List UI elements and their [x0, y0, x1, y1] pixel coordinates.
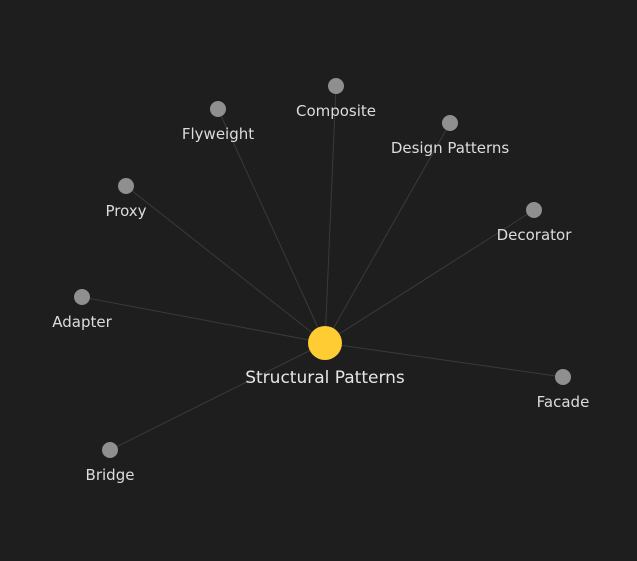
node-adapter-dot[interactable] — [74, 289, 90, 305]
node-facade-dot[interactable] — [555, 369, 571, 385]
node-bridge-dot[interactable] — [102, 442, 118, 458]
node-facade[interactable]: Facade — [537, 369, 590, 411]
graph-canvas[interactable]: Composite Flyweight Design Patterns Prox… — [0, 0, 637, 561]
node-adapter-label[interactable]: Adapter — [52, 313, 112, 331]
node-design-patterns-label[interactable]: Design Patterns — [391, 139, 510, 157]
node-decorator-dot[interactable] — [526, 202, 542, 218]
node-design-patterns-dot[interactable] — [442, 115, 458, 131]
node-facade-label[interactable]: Facade — [537, 393, 590, 411]
node-structural-patterns-dot[interactable] — [308, 326, 342, 360]
node-flyweight-dot[interactable] — [210, 101, 226, 117]
node-structural-patterns[interactable]: Structural Patterns — [245, 326, 405, 388]
node-bridge-label[interactable]: Bridge — [86, 466, 135, 484]
node-decorator-label[interactable]: Decorator — [497, 226, 573, 244]
edge-bridge — [109, 342, 326, 451]
node-composite-dot[interactable] — [328, 78, 344, 94]
edge-proxy — [125, 185, 326, 344]
edge-adapter — [81, 296, 326, 344]
node-proxy-dot[interactable] — [118, 178, 134, 194]
graph-view[interactable]: Composite Flyweight Design Patterns Prox… — [0, 0, 637, 561]
node-design-patterns[interactable]: Design Patterns — [391, 115, 510, 157]
node-decorator[interactable]: Decorator — [497, 202, 573, 244]
node-flyweight-label[interactable]: Flyweight — [182, 125, 254, 143]
node-composite[interactable]: Composite — [296, 78, 376, 120]
node-adapter[interactable]: Adapter — [52, 289, 113, 331]
node-flyweight[interactable]: Flyweight — [182, 101, 254, 143]
node-composite-label[interactable]: Composite — [296, 102, 376, 120]
node-bridge[interactable]: Bridge — [86, 442, 135, 484]
node-proxy[interactable]: Proxy — [105, 178, 147, 220]
node-proxy-label[interactable]: Proxy — [105, 202, 146, 220]
edge-flyweight — [217, 108, 326, 344]
edge-composite — [324, 85, 337, 344]
node-structural-patterns-label[interactable]: Structural Patterns — [245, 368, 405, 388]
